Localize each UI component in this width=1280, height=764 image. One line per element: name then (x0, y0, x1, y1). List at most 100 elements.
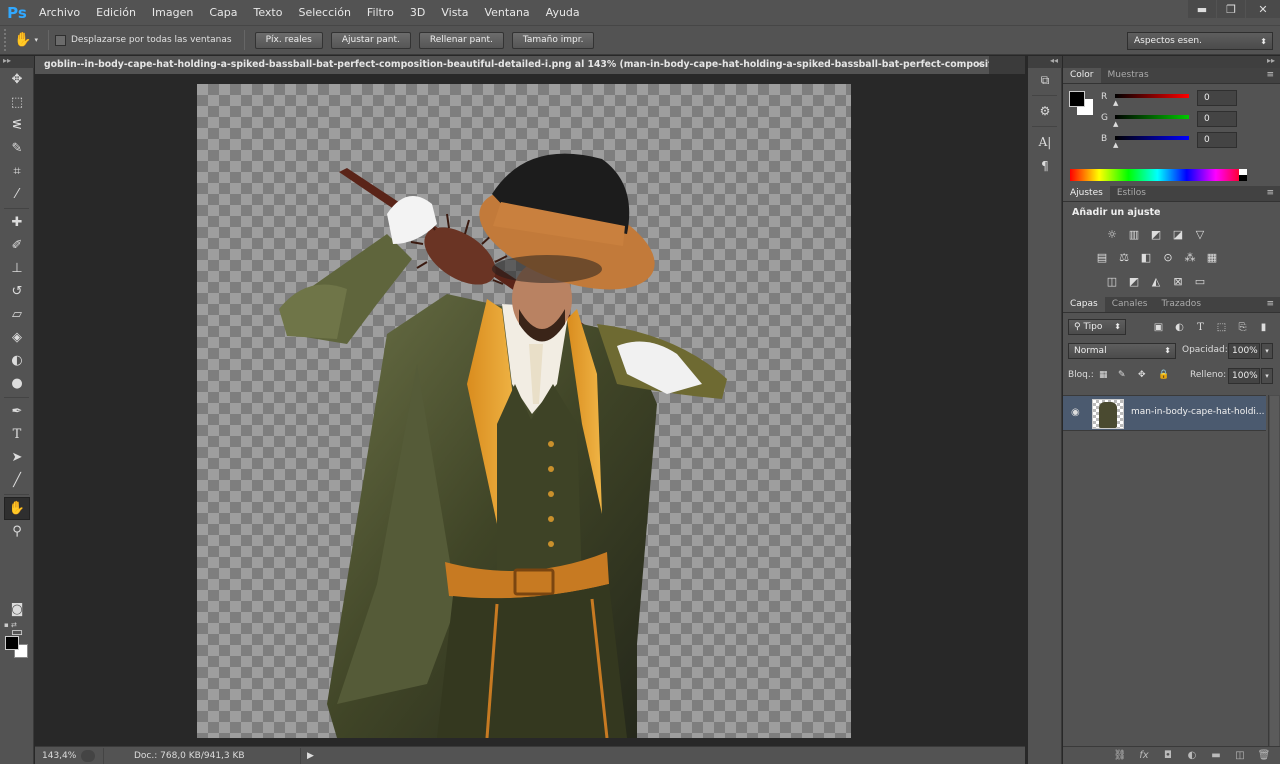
menu-ayuda[interactable]: Ayuda (538, 0, 588, 25)
lock-position-icon[interactable]: ✥ (1138, 370, 1146, 380)
tab-estilos[interactable]: Estilos (1110, 186, 1153, 201)
red-slider[interactable] (1115, 94, 1189, 98)
new-group-icon[interactable]: ▬ (1204, 750, 1228, 761)
gradient-map-icon[interactable]: ▭ (1189, 272, 1211, 290)
levels-icon[interactable]: ▥ (1123, 225, 1145, 243)
eraser-tool-icon[interactable]: ▱ (0, 303, 34, 326)
layer-filter-select[interactable]: ⚲ Tipo ⬍ (1068, 319, 1126, 335)
add-mask-icon[interactable]: ◘ (1156, 750, 1180, 761)
toolbar-collapse-bar[interactable]: ▸▸ (0, 56, 34, 68)
blue-slider[interactable] (1115, 136, 1189, 140)
filter-toggle-icon[interactable]: ▮ (1253, 322, 1274, 333)
fill-screen-button[interactable]: Rellenar pant. (418, 31, 504, 49)
exposure-icon[interactable]: ◪ (1167, 225, 1189, 243)
selective-color-icon[interactable]: ⊠ (1167, 272, 1189, 290)
panel-menu-icon[interactable]: ≡ (1266, 188, 1274, 198)
actual-pixels-button[interactable]: Píx. reales (254, 31, 323, 49)
tab-capas[interactable]: Capas (1063, 297, 1105, 312)
photo-filter-icon[interactable]: ⊙ (1157, 248, 1179, 266)
new-layer-icon[interactable]: ◫ (1228, 750, 1252, 761)
crop-tool-icon[interactable]: ⌗ (0, 160, 34, 183)
posterize-icon[interactable]: ◩ (1123, 272, 1145, 290)
hue-saturation-icon[interactable]: ▤ (1091, 248, 1113, 266)
path-selection-tool-icon[interactable]: ➤ (0, 446, 34, 469)
restore-button[interactable]: ❐ (1217, 0, 1245, 18)
blue-value-field[interactable]: 0 (1197, 132, 1237, 148)
green-slider-handle[interactable]: ▲ (1113, 120, 1118, 128)
document-size-info[interactable]: Doc.: 768,0 KB/941,3 KB (103, 747, 301, 764)
panels-collapse-bar[interactable]: ▸▸ (1063, 56, 1280, 68)
menu-3d[interactable]: 3D (402, 0, 433, 25)
marquee-tool-icon[interactable]: ⬚ (0, 91, 34, 114)
properties-panel-icon[interactable]: ⚙ (1028, 99, 1062, 123)
black-white-icon[interactable]: ◧ (1135, 248, 1157, 266)
blend-mode-select[interactable]: Normal ⬍ (1068, 343, 1176, 359)
quick-mask-icon[interactable]: ◙ (0, 598, 34, 621)
paragraph-panel-icon[interactable]: ¶ (1028, 154, 1062, 178)
foreground-color-swatch[interactable] (5, 636, 19, 650)
menu-capa[interactable]: Capa (201, 0, 245, 25)
layer-row[interactable]: ◉ man-in-body-cape-hat-holdi... (1063, 395, 1266, 431)
tab-muestras[interactable]: Muestras (1101, 68, 1156, 83)
move-tool-icon[interactable]: ✥ (0, 68, 34, 91)
filter-shape-icon[interactable]: ⬚ (1211, 322, 1232, 333)
color-spectrum-ramp[interactable] (1070, 169, 1245, 181)
blur-tool-icon[interactable]: ◐ (0, 349, 34, 372)
menu-imagen[interactable]: Imagen (144, 0, 201, 25)
delete-layer-icon[interactable]: 🗑 (1252, 750, 1276, 761)
fill-field[interactable]: 100% (1228, 368, 1260, 384)
blue-slider-handle[interactable]: ▲ (1113, 141, 1118, 149)
threshold-icon[interactable]: ◭ (1145, 272, 1167, 290)
photoshop-logo[interactable]: Ps (3, 0, 31, 25)
menu-seleccion[interactable]: Selección (290, 0, 358, 25)
filter-smart-object-icon[interactable]: ⎘ (1232, 322, 1253, 333)
green-slider[interactable] (1115, 115, 1189, 119)
green-value-field[interactable]: 0 (1197, 111, 1237, 127)
status-menu-arrow-icon[interactable]: ▶ (307, 751, 314, 761)
eye-visibility-icon[interactable]: ◉ (1071, 407, 1080, 418)
print-size-button[interactable]: Tamaño impr. (511, 31, 595, 49)
history-panel-icon[interactable]: ⧉ (1028, 68, 1062, 92)
panel-menu-icon[interactable]: ≡ (1266, 70, 1274, 80)
menu-edicion[interactable]: Edición (88, 0, 144, 25)
document-tab[interactable]: goblin--in-body-cape-hat-holding-a-spike… (35, 56, 989, 74)
tab-color[interactable]: Color (1063, 68, 1101, 83)
color-panel-foreground-swatch[interactable] (1069, 91, 1085, 107)
color-lookup-icon[interactable]: ▦ (1201, 248, 1223, 266)
lock-all-icon[interactable]: 🔒 (1158, 370, 1169, 380)
paint-bucket-tool-icon[interactable]: ◈ (0, 326, 34, 349)
clone-stamp-tool-icon[interactable]: ⊥ (0, 257, 34, 280)
layer-image-man-with-spiked-bat[interactable] (197, 84, 851, 738)
zoom-tool-icon[interactable]: ⚲ (0, 520, 34, 543)
lock-image-icon[interactable]: ✎ (1118, 370, 1126, 380)
layers-scrollbar[interactable] (1268, 395, 1280, 764)
dodge-tool-icon[interactable]: ● (0, 372, 34, 395)
quick-selection-tool-icon[interactable]: ✎ (0, 137, 34, 160)
fill-dropdown-icon[interactable]: ▾ (1261, 368, 1273, 384)
layer-style-icon[interactable]: fx (1132, 750, 1156, 761)
opacity-field[interactable]: 100% (1228, 343, 1260, 359)
menu-ventana[interactable]: Ventana (476, 0, 537, 25)
healing-brush-tool-icon[interactable]: ✚ (0, 211, 34, 234)
brightness-contrast-icon[interactable]: ☼ (1101, 225, 1123, 243)
channel-mixer-icon[interactable]: ⁂ (1179, 248, 1201, 266)
workspace-select[interactable]: Aspectos esen. ⬍ (1127, 32, 1273, 50)
filter-adjustment-icon[interactable]: ◐ (1169, 322, 1190, 333)
line-tool-icon[interactable]: ╱ (0, 469, 34, 492)
dock-collapse-bar[interactable]: ◂◂ (1028, 56, 1062, 68)
type-tool-icon[interactable]: T (0, 423, 34, 446)
black-white-ramp[interactable] (1239, 169, 1247, 181)
canvas-area[interactable] (35, 74, 1025, 746)
invert-icon[interactable]: ◫ (1101, 272, 1123, 290)
opacity-dropdown-icon[interactable]: ▾ (1261, 343, 1273, 359)
tab-canales[interactable]: Canales (1105, 297, 1155, 312)
filter-type-icon[interactable]: T (1190, 322, 1211, 333)
share-status-icon[interactable] (81, 749, 95, 762)
menu-texto[interactable]: Texto (246, 0, 291, 25)
minimize-button[interactable]: ▬ (1188, 0, 1216, 18)
scroll-all-windows-checkbox[interactable] (55, 34, 66, 46)
character-panel-icon[interactable]: A| (1028, 130, 1062, 154)
lasso-tool-icon[interactable]: ᓬ (0, 114, 34, 137)
layers-scrollbar-thumb[interactable] (1270, 396, 1279, 764)
menu-archivo[interactable]: Archivo (31, 0, 88, 25)
